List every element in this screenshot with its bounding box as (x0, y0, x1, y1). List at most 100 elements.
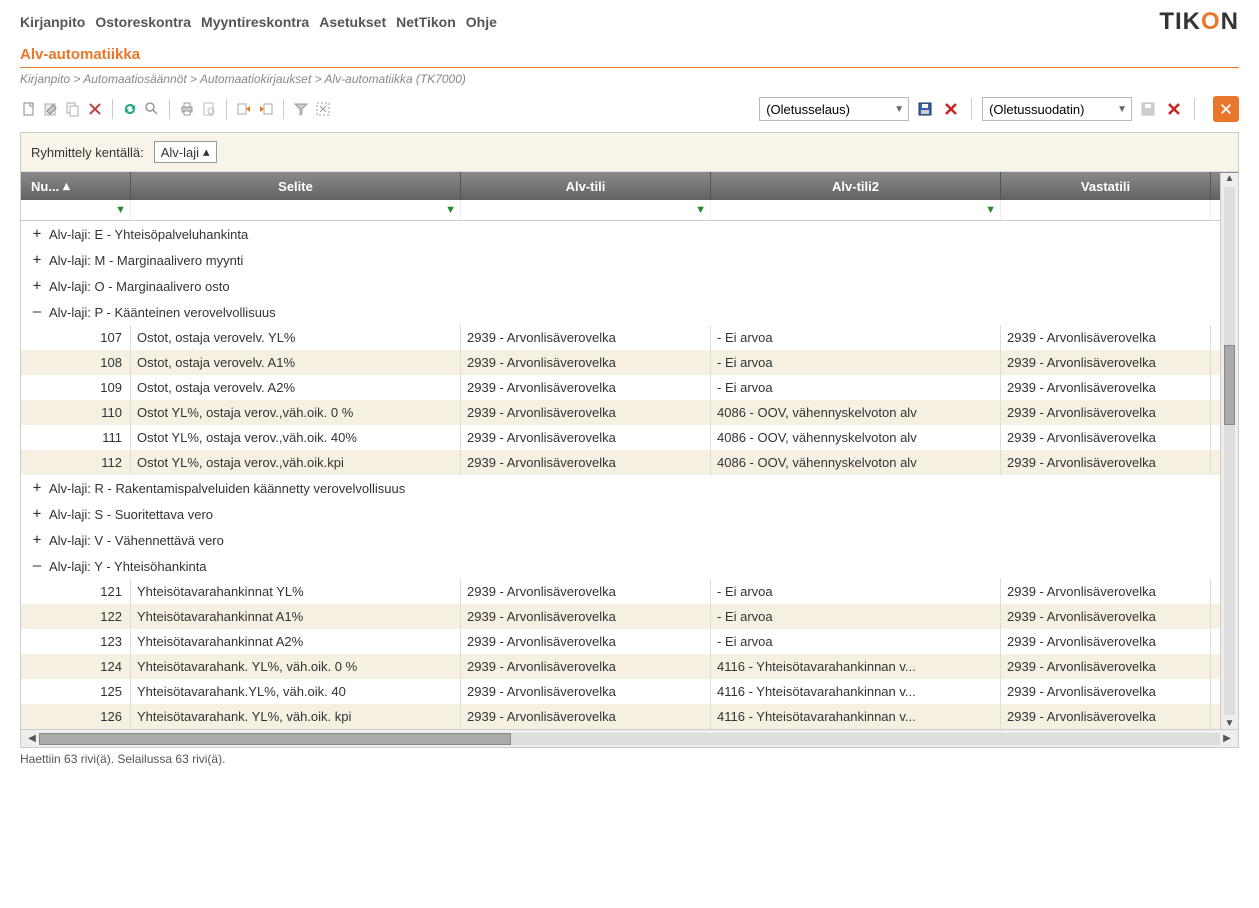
new-icon[interactable] (20, 100, 38, 118)
cell-vastatili: 2939 - Arvonlisäverovelka (1001, 679, 1211, 704)
col-header-alvtili2[interactable]: Alv-tili2 (711, 172, 1001, 200)
browse-select[interactable]: ▼ (759, 97, 909, 121)
cell-alvtili: 2939 - Arvonlisäverovelka (461, 654, 711, 679)
delete-filter-icon[interactable] (1164, 99, 1184, 119)
group-row[interactable]: –Alv-laji: P - Käänteinen verovelvollisu… (21, 299, 1238, 325)
refresh-icon[interactable] (121, 100, 139, 118)
table-row[interactable]: 123Yhteisötavarahankinnat A2%2939 - Arvo… (21, 629, 1238, 654)
group-row[interactable]: +Alv-laji: R - Rakentamispalveluiden kää… (21, 475, 1238, 501)
expand-icon[interactable]: + (31, 278, 43, 294)
export-icon[interactable] (235, 100, 253, 118)
cell-vastatili: 2939 - Arvonlisäverovelka (1001, 425, 1211, 450)
scroll-up-icon[interactable]: ▲ (1221, 173, 1238, 184)
print-icon[interactable] (178, 100, 196, 118)
group-row[interactable]: + Alv-laji: E - Yhteisöpalveluhankinta (21, 221, 1238, 247)
cell-alvtili: 2939 - Arvonlisäverovelka (461, 704, 711, 729)
delete-browse-icon[interactable] (941, 99, 961, 119)
table-row[interactable]: 126Yhteisötavarahank. YL%, väh.oik. kpi2… (21, 704, 1238, 729)
filter-nu-icon[interactable]: ▼ (115, 204, 126, 216)
cell-selite: Yhteisötavarahankinnat YL% (131, 579, 461, 604)
sort-asc-icon: ▴ (63, 178, 70, 194)
cell-alvtili: 2939 - Arvonlisäverovelka (461, 450, 711, 475)
expand-icon[interactable]: + (31, 506, 43, 522)
scroll-left-icon[interactable]: ◀ (25, 733, 39, 744)
horizontal-scrollbar[interactable]: ◀ ▶ (21, 729, 1238, 747)
table-row[interactable]: 124Yhteisötavarahank. YL%, väh.oik. 0 %2… (21, 654, 1238, 679)
browse-input[interactable] (760, 100, 890, 119)
menu-ohje[interactable]: Ohje (466, 14, 497, 30)
grouping-field[interactable]: Alv-laji▴ (154, 141, 217, 163)
cell-nu: 121 (21, 579, 131, 604)
cell-vastatili: 2939 - Arvonlisäverovelka (1001, 325, 1211, 350)
group-row[interactable]: –Alv-laji: Y - Yhteisöhankinta (21, 553, 1238, 579)
cell-alvtili2: 4086 - OOV, vähennyskelvoton alv (711, 425, 1001, 450)
group-label: Alv-laji: E - Yhteisöpalveluhankinta (49, 227, 248, 242)
save-browse-icon[interactable] (915, 99, 935, 119)
filter-selite-icon[interactable]: ▼ (445, 204, 456, 216)
table-row[interactable]: 112Ostot YL%, ostaja verov.,väh.oik.kpi2… (21, 450, 1238, 475)
table-row[interactable]: 122Yhteisötavarahankinnat A1%2939 - Arvo… (21, 604, 1238, 629)
menu-ostoreskontra[interactable]: Ostoreskontra (95, 14, 191, 30)
table-row[interactable]: 107Ostot, ostaja verovelv. YL%2939 - Arv… (21, 325, 1238, 350)
collapse-icon[interactable]: – (31, 304, 43, 320)
cell-vastatili: 2939 - Arvonlisäverovelka (1001, 704, 1211, 729)
edit-icon[interactable] (42, 100, 60, 118)
filter-alvtili2-icon[interactable]: ▼ (985, 204, 996, 216)
col-header-alvtili[interactable]: Alv-tili (461, 172, 711, 200)
filter-select[interactable]: ▼ (982, 97, 1132, 121)
table-row[interactable]: 125Yhteisötavarahank.YL%, väh.oik. 40293… (21, 679, 1238, 704)
import-icon[interactable] (257, 100, 275, 118)
cell-alvtili2: 4086 - OOV, vähennyskelvoton alv (711, 400, 1001, 425)
filter-input[interactable] (983, 100, 1113, 119)
cell-selite: Yhteisötavarahank. YL%, väh.oik. 0 % (131, 654, 461, 679)
chevron-down-icon[interactable]: ▼ (1113, 104, 1131, 115)
table-row[interactable]: 121Yhteisötavarahankinnat YL%2939 - Arvo… (21, 579, 1238, 604)
scroll-thumb-v[interactable] (1224, 345, 1235, 424)
group-label: Alv-laji: O - Marginaalivero osto (49, 279, 230, 294)
cell-alvtili2: - Ei arvoa (711, 350, 1001, 375)
expand-icon[interactable] (314, 100, 332, 118)
collapse-icon[interactable]: – (31, 558, 43, 574)
menu-myyntireskontra[interactable]: Myyntireskontra (201, 14, 309, 30)
chevron-down-icon[interactable]: ▼ (890, 104, 908, 115)
cell-vastatili: 2939 - Arvonlisäverovelka (1001, 350, 1211, 375)
col-header-nu[interactable]: Nu... ▴ (21, 172, 131, 200)
save-filter-icon[interactable] (1138, 99, 1158, 119)
group-row[interactable]: +Alv-laji: S - Suoritettava vero (21, 501, 1238, 527)
col-header-vastatili[interactable]: Vastatili (1001, 172, 1211, 200)
table-row[interactable]: 109Ostot, ostaja verovelv. A2%2939 - Arv… (21, 375, 1238, 400)
group-label: Alv-laji: M - Marginaalivero myynti (49, 253, 243, 268)
table-row[interactable]: 110Ostot YL%, ostaja verov.,väh.oik. 0 %… (21, 400, 1238, 425)
cell-alvtili: 2939 - Arvonlisäverovelka (461, 425, 711, 450)
menu-kirjanpito[interactable]: Kirjanpito (20, 14, 85, 30)
cell-vastatili: 2939 - Arvonlisäverovelka (1001, 629, 1211, 654)
group-row[interactable]: +Alv-laji: V - Vähennettävä vero (21, 527, 1238, 553)
cell-nu: 126 (21, 704, 131, 729)
expand-icon[interactable]: + (31, 532, 43, 548)
col-header-selite[interactable]: Selite (131, 172, 461, 200)
vertical-scrollbar[interactable]: ▲ ▼ (1220, 173, 1238, 729)
filter-alvtili-icon[interactable]: ▼ (695, 204, 706, 216)
cell-alvtili: 2939 - Arvonlisäverovelka (461, 629, 711, 654)
scroll-thumb-h[interactable] (39, 733, 511, 745)
expand-icon[interactable]: + (31, 226, 43, 242)
group-row[interactable]: + Alv-laji: O - Marginaalivero osto (21, 273, 1238, 299)
filter-icon[interactable] (292, 100, 310, 118)
close-button[interactable] (1213, 96, 1239, 122)
menu-nettikon[interactable]: NetTikon (396, 14, 456, 30)
delete-icon[interactable] (86, 100, 104, 118)
group-label: Alv-laji: P - Käänteinen verovelvollisuu… (49, 305, 276, 320)
table-row[interactable]: 108Ostot, ostaja verovelv. A1%2939 - Arv… (21, 350, 1238, 375)
filter-row: ▼ ▼ ▼ ▼ (21, 200, 1238, 221)
scroll-down-icon[interactable]: ▼ (1221, 718, 1238, 729)
scroll-right-icon[interactable]: ▶ (1220, 733, 1234, 744)
expand-icon[interactable]: + (31, 480, 43, 496)
group-row[interactable]: + Alv-laji: M - Marginaalivero myynti (21, 247, 1238, 273)
expand-icon[interactable]: + (31, 252, 43, 268)
table-row[interactable]: 111Ostot YL%, ostaja verov.,väh.oik. 40%… (21, 425, 1238, 450)
copy-icon[interactable] (64, 100, 82, 118)
preview-icon[interactable] (200, 100, 218, 118)
menu-asetukset[interactable]: Asetukset (319, 14, 386, 30)
search-icon[interactable] (143, 100, 161, 118)
cell-nu: 110 (21, 400, 131, 425)
